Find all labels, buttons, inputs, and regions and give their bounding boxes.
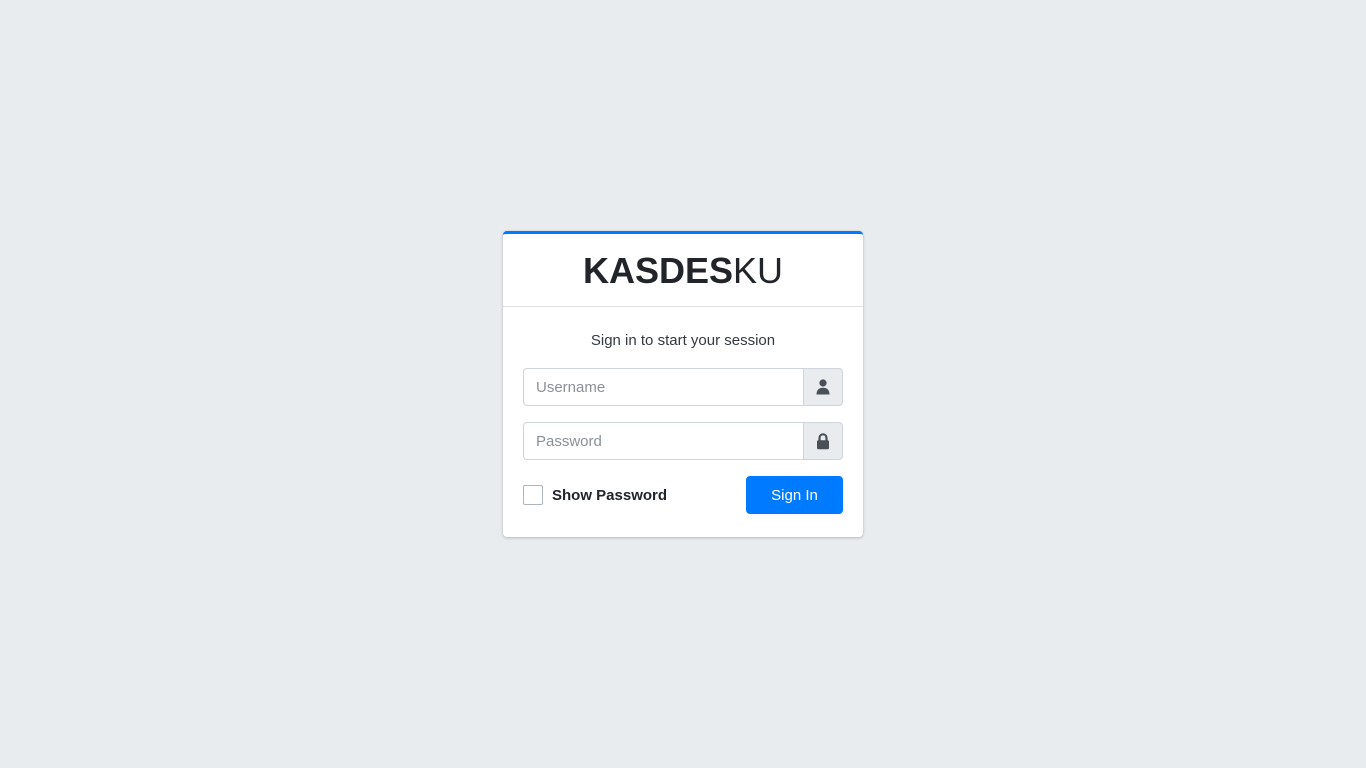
brand-light-text: KU — [733, 250, 784, 291]
card-header: KASDESKU — [503, 234, 863, 307]
username-addon — [803, 368, 843, 406]
password-input-group — [523, 422, 843, 460]
username-input[interactable] — [523, 368, 803, 406]
card-body: Sign in to start your session Username S… — [503, 307, 863, 534]
show-password-label: Show Password — [552, 486, 668, 504]
password-addon — [803, 422, 843, 460]
brand-logo-link[interactable]: KASDESKU — [583, 251, 783, 289]
lock-icon — [816, 432, 830, 450]
login-card: KASDESKU Sign in to start your session U… — [503, 231, 863, 537]
password-input[interactable] — [523, 422, 803, 460]
sign-in-button[interactable]: Sign In — [746, 476, 843, 514]
show-password-checkbox[interactable] — [523, 485, 543, 505]
login-message: Sign in to start your session — [590, 332, 776, 349]
brand-bold-text: KASDES — [582, 250, 733, 291]
username-input-group — [523, 368, 843, 406]
show-password-toggle[interactable]: Show Password — [523, 485, 667, 505]
user-icon — [816, 379, 830, 395]
actions-row: Show Password Sign In — [523, 476, 843, 514]
